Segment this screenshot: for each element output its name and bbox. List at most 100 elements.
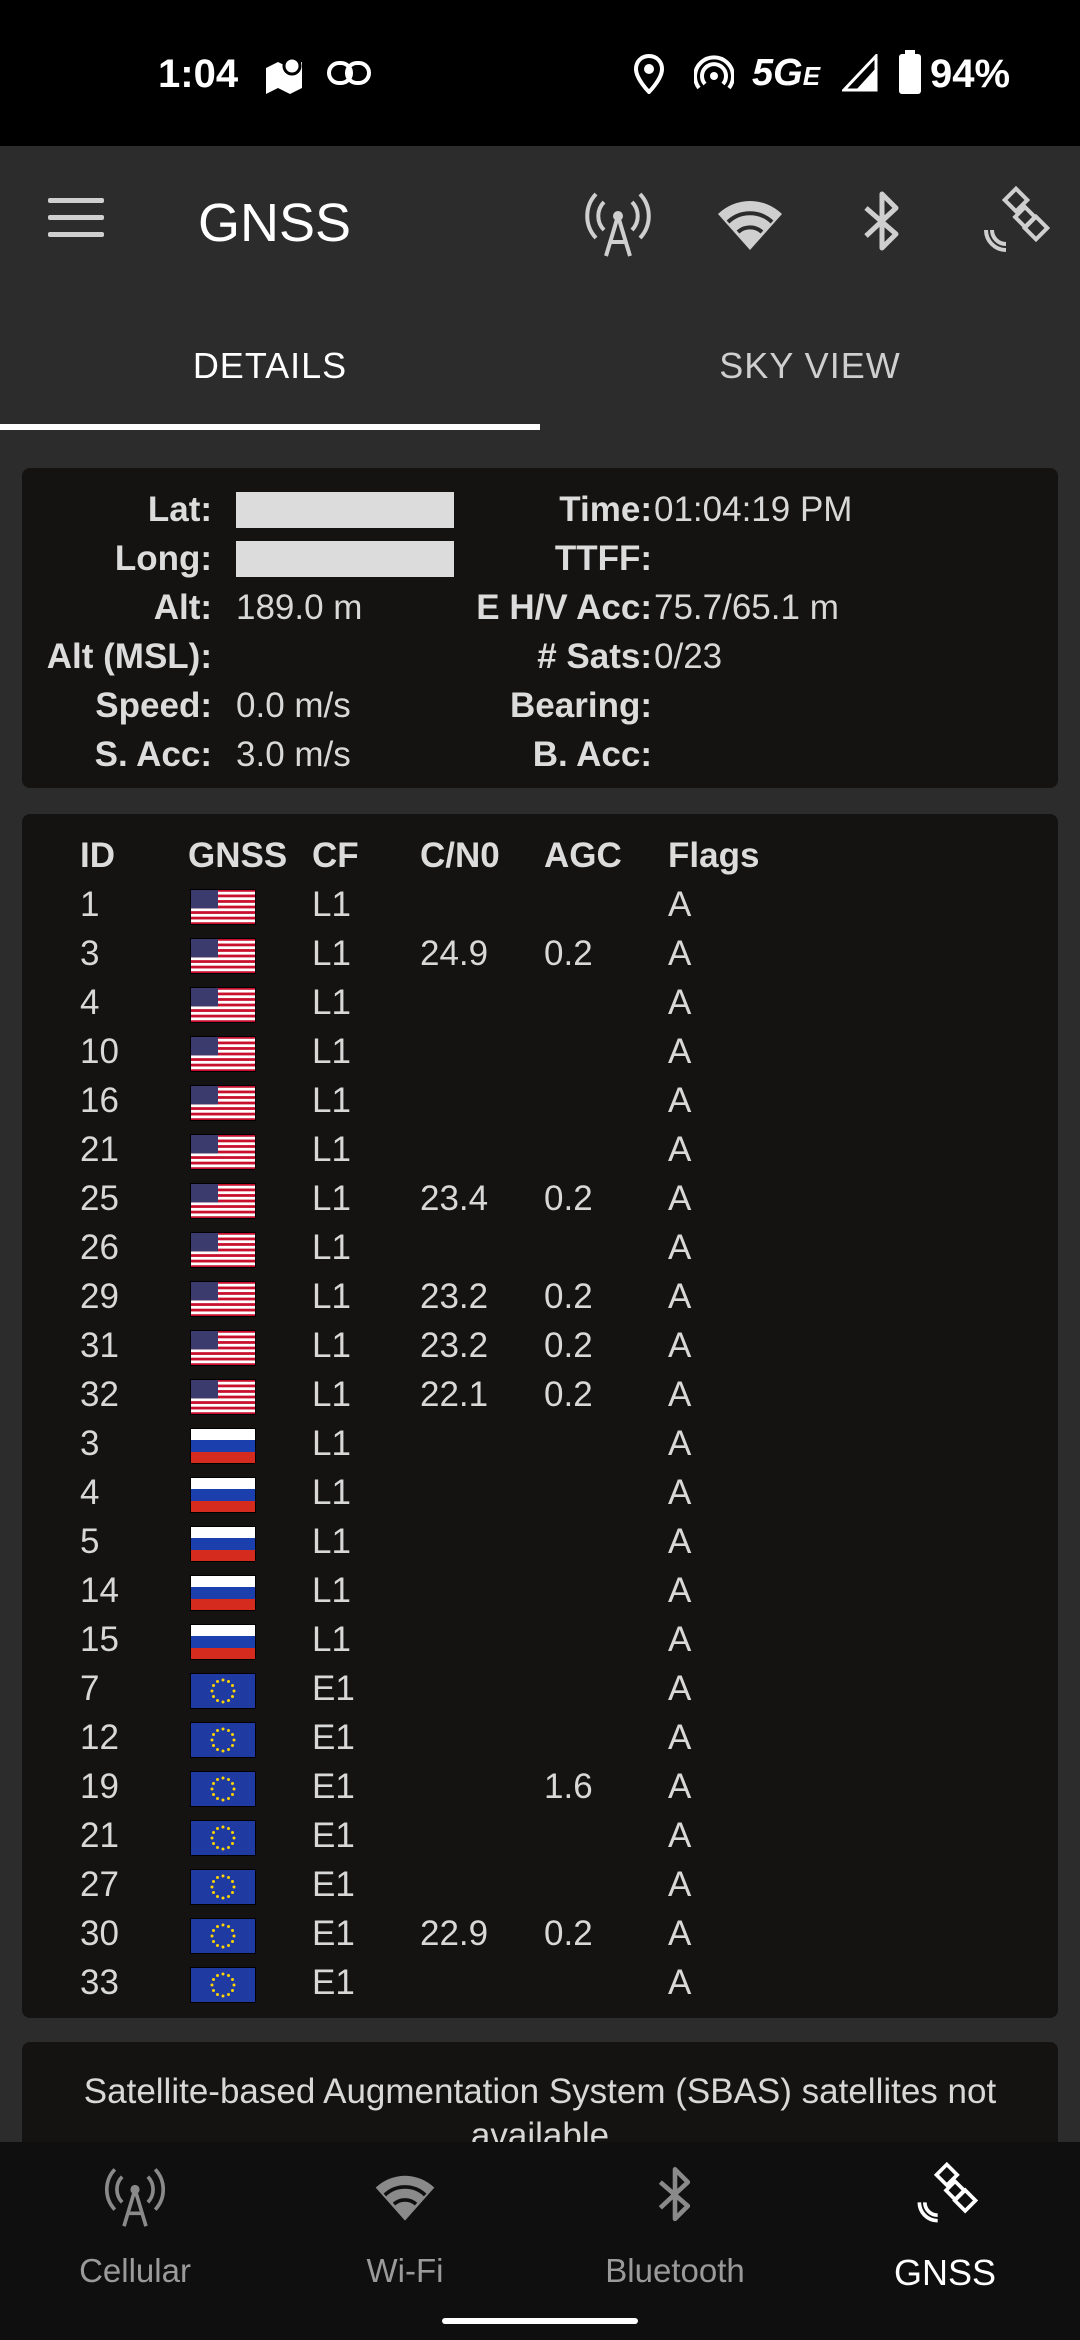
- sat-flags: A: [668, 1130, 692, 1169]
- sat-id: 14: [80, 1571, 119, 1610]
- sat-cn0: 22.1: [420, 1375, 489, 1414]
- sat-flags: A: [668, 1669, 692, 1708]
- sat-flags: A: [668, 1326, 692, 1365]
- us-flag-icon: [190, 1232, 256, 1268]
- sat-cf: E1: [312, 1865, 355, 1904]
- sat-cf: L1: [312, 1571, 351, 1610]
- sat-id: 33: [80, 1963, 119, 2002]
- table-row: 3 L1 A: [22, 1424, 1058, 1473]
- us-flag-icon: [190, 889, 256, 925]
- cellular-icon[interactable]: [582, 186, 654, 258]
- table-row: 10 L1 A: [22, 1032, 1058, 1081]
- sat-flags: A: [668, 1473, 692, 1512]
- satellite-table: ID GNSS CF C/N0 AGC Flags 1 L1 A 3 L1 24.9 0.2…: [22, 814, 1058, 2018]
- sat-flags: A: [668, 1718, 692, 1757]
- menu-icon[interactable]: [48, 198, 104, 242]
- table-row: 21 E1 A: [22, 1816, 1058, 1865]
- app-bar: GNSS: [0, 146, 1080, 298]
- sat-cf: L1: [312, 1130, 351, 1169]
- sat-id: 26: [80, 1228, 119, 1267]
- time-label: Time:: [559, 490, 652, 529]
- nav-item-bluetooth[interactable]: Bluetooth: [540, 2142, 810, 2340]
- bottom-navigation: Cellular Wi-Fi Bluetooth GNSS: [0, 2142, 1080, 2340]
- sat-id: 27: [80, 1865, 119, 1904]
- bearing-label: Bearing:: [510, 686, 652, 725]
- col-header-gnss: GNSS: [188, 836, 288, 875]
- us-flag-icon: [190, 1281, 256, 1317]
- sat-id: 4: [80, 983, 100, 1022]
- sat-id: 15: [80, 1620, 119, 1659]
- sat-cn0: 23.2: [420, 1277, 489, 1316]
- russia-flag-icon: [190, 1428, 256, 1464]
- s-acc-label: S. Acc:: [94, 735, 212, 774]
- table-row: 21 L1 A: [22, 1130, 1058, 1179]
- table-row: 15 L1 A: [22, 1620, 1058, 1669]
- satellite-icon: [917, 2162, 978, 2223]
- sat-cf: L1: [312, 1473, 351, 1512]
- battery-icon: [899, 50, 921, 94]
- lat-redaction: [236, 492, 454, 528]
- us-flag-icon: [190, 1379, 256, 1415]
- lat-label: Lat:: [147, 490, 212, 529]
- nav-label-gnss: GNSS: [893, 2252, 997, 2293]
- wifi-icon: [375, 2175, 435, 2221]
- bluetooth-icon[interactable]: [846, 186, 918, 258]
- sat-cf: E1: [312, 1963, 355, 2002]
- status-bar: 1:04 5GE 94%: [0, 0, 1080, 146]
- nav-item-wifi[interactable]: Wi-Fi: [270, 2142, 540, 2340]
- russia-flag-icon: [190, 1477, 256, 1513]
- satellite-icon[interactable]: [978, 186, 1050, 258]
- sat-cn0: 22.9: [420, 1914, 489, 1953]
- sat-flags: A: [668, 1571, 692, 1610]
- alt-value: 189.0 m: [236, 588, 363, 627]
- eu-flag-icon: [190, 1918, 256, 1954]
- us-flag-icon: [190, 1330, 256, 1366]
- hotspot-icon: [694, 55, 734, 90]
- nav-item-cellular[interactable]: Cellular: [0, 2142, 270, 2340]
- sat-agc: 0.2: [544, 1375, 593, 1414]
- table-row: 29 L1 23.2 0.2 A: [22, 1277, 1058, 1326]
- sat-cf: L1: [312, 1326, 351, 1365]
- home-indicator[interactable]: [442, 2318, 638, 2324]
- sat-id: 5: [80, 1522, 100, 1561]
- alt-msl-label: Alt (MSL):: [46, 637, 212, 676]
- sat-cf: L1: [312, 1424, 351, 1463]
- table-row: 1 L1 A: [22, 885, 1058, 934]
- sat-id: 12: [80, 1718, 119, 1757]
- col-header-cn0: C/N0: [420, 836, 500, 875]
- wifi-icon[interactable]: [714, 186, 786, 258]
- sat-flags: A: [668, 1620, 692, 1659]
- long-label: Long:: [114, 539, 212, 578]
- sat-flags: A: [668, 1767, 692, 1806]
- sat-flags: A: [668, 1375, 692, 1414]
- us-flag-icon: [190, 1036, 256, 1072]
- sat-flags: A: [668, 983, 692, 1022]
- sat-cf: E1: [312, 1718, 355, 1757]
- us-flag-icon: [190, 1085, 256, 1121]
- sat-cf: E1: [312, 1914, 355, 1953]
- network-type: 5GE: [752, 52, 821, 94]
- nav-label-wifi: Wi-Fi: [366, 2252, 444, 2289]
- sat-flags: A: [668, 885, 692, 924]
- sat-cf: E1: [312, 1767, 355, 1806]
- table-row: 33 E1 A: [22, 1963, 1058, 2012]
- page-title: GNSS: [198, 193, 352, 253]
- tab-sky-view[interactable]: SKY VIEW: [540, 298, 1080, 430]
- sat-cf: L1: [312, 885, 351, 924]
- sat-cf: E1: [312, 1669, 355, 1708]
- tab-details[interactable]: DETAILS: [0, 298, 540, 430]
- sat-id: 4: [80, 1473, 100, 1512]
- table-row: 26 L1 A: [22, 1228, 1058, 1277]
- col-header-agc: AGC: [544, 836, 622, 875]
- nav-item-gnss[interactable]: GNSS: [810, 2142, 1080, 2340]
- nav-label-bluetooth: Bluetooth: [605, 2252, 745, 2289]
- table-row: 16 L1 A: [22, 1081, 1058, 1130]
- sat-id: 3: [80, 934, 100, 973]
- table-row: 3 L1 24.9 0.2 A: [22, 934, 1058, 983]
- map-notification-icon: [266, 56, 302, 94]
- table-row: 14 L1 A: [22, 1571, 1058, 1620]
- table-row: 31 L1 23.2 0.2 A: [22, 1326, 1058, 1375]
- long-redaction: [236, 541, 454, 577]
- col-header-cf: CF: [312, 836, 359, 875]
- sat-id: 25: [80, 1179, 119, 1218]
